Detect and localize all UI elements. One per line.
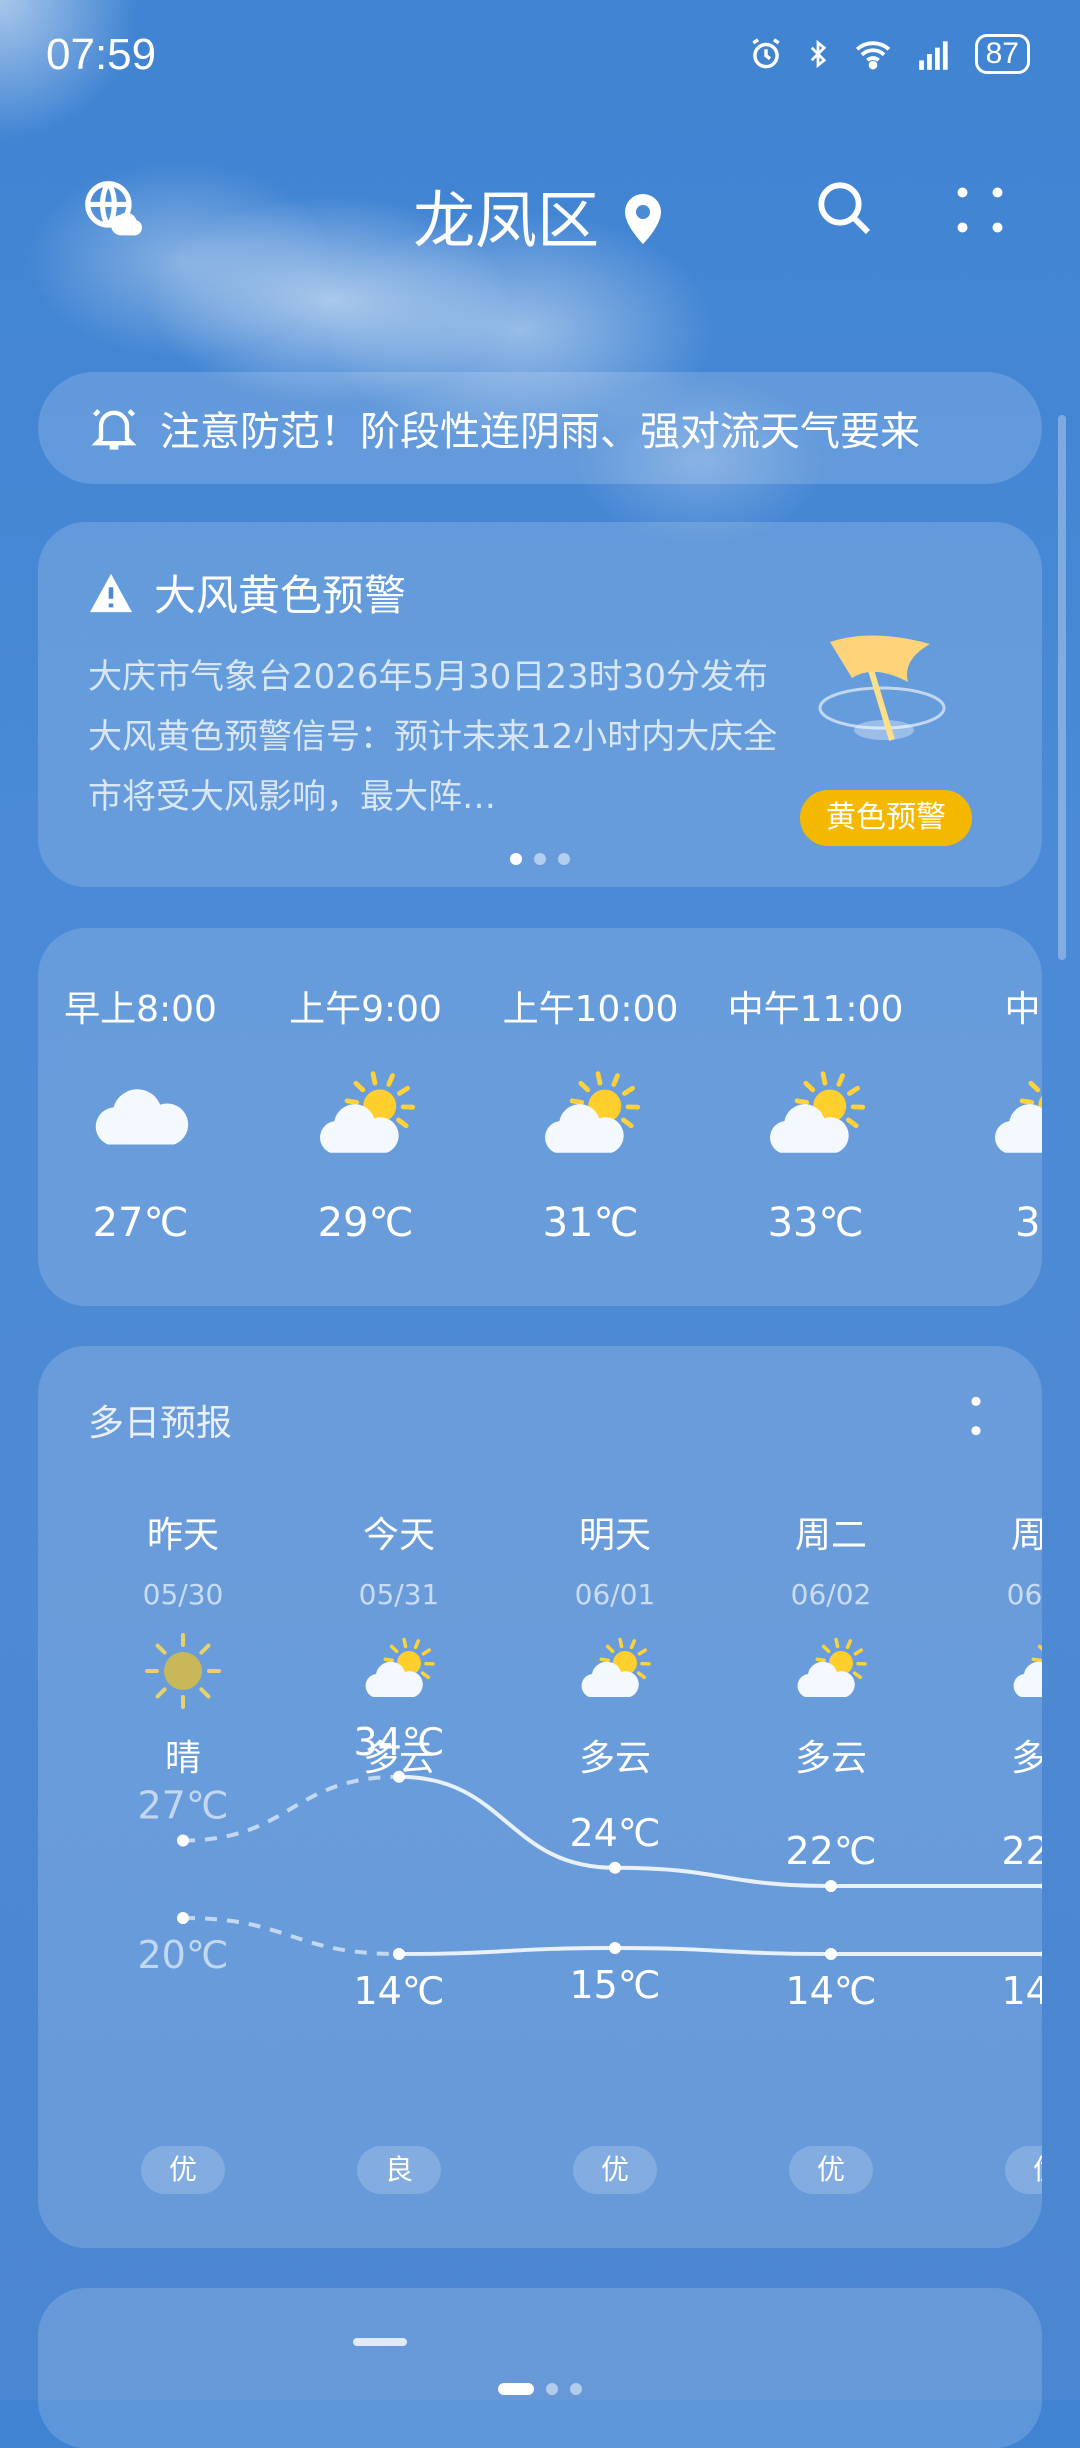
hourly-item: 中午 33 bbox=[928, 980, 1042, 1246]
low-temp-point bbox=[609, 1942, 621, 1954]
wind-flag-icon bbox=[812, 630, 952, 760]
low-temp-point bbox=[825, 1948, 837, 1960]
day-name: 周二 bbox=[723, 1506, 939, 1558]
aqi-badge: 优 bbox=[573, 2146, 657, 2194]
high-temp-point bbox=[1041, 1880, 1042, 1892]
daily-item: 周三 06/03 多云 bbox=[939, 1506, 1042, 1781]
day-name: 明天 bbox=[507, 1506, 723, 1558]
high-temp-label: 24℃ bbox=[569, 1811, 660, 1855]
day-name: 周三 bbox=[939, 1506, 1042, 1558]
hour-temp: 33℃ bbox=[703, 1200, 928, 1246]
alert-title: 大风黄色预警 bbox=[154, 562, 406, 623]
location-pin-icon bbox=[619, 192, 667, 248]
partly-cloudy-icon bbox=[536, 1062, 646, 1172]
hour-temp: 31℃ bbox=[478, 1200, 703, 1246]
warning-icon bbox=[88, 572, 134, 614]
low-temp-segment bbox=[615, 1948, 831, 1954]
high-temp-point bbox=[177, 1835, 189, 1847]
alarm-icon bbox=[747, 35, 785, 73]
day-condition: 多云 bbox=[723, 1729, 939, 1781]
day-name: 昨天 bbox=[75, 1506, 291, 1558]
aqi-badge: 良 bbox=[357, 2146, 441, 2194]
low-temp-label: 20℃ bbox=[137, 1933, 228, 1977]
day-condition: 多云 bbox=[291, 1729, 507, 1781]
high-temp-point bbox=[825, 1880, 837, 1892]
signal-icon bbox=[913, 35, 957, 73]
day-condition: 多云 bbox=[507, 1729, 723, 1781]
low-temp-label: 15℃ bbox=[569, 1963, 660, 2007]
location-title[interactable]: 龙凤区 bbox=[0, 170, 1080, 260]
hourly-item: 早上8:00 27℃ bbox=[38, 980, 253, 1246]
low-temp-point bbox=[393, 1948, 405, 1960]
high-temp-label: 27℃ bbox=[137, 1784, 228, 1828]
cloudy-icon bbox=[86, 1062, 196, 1172]
hour-temp: 33 bbox=[928, 1200, 1042, 1246]
battery-indicator: 87 bbox=[975, 34, 1030, 74]
aqi-badge: 优 bbox=[789, 2146, 873, 2194]
partly-cloudy-icon bbox=[761, 1062, 871, 1172]
day-condition: 多云 bbox=[939, 1729, 1042, 1781]
daily-item: 明天 06/01 多云 bbox=[507, 1506, 723, 1781]
partly-cloudy-icon bbox=[359, 1631, 439, 1711]
status-icons: 87 bbox=[747, 34, 1030, 74]
alert-pager-dots bbox=[38, 850, 1042, 869]
weather-alert-card[interactable]: 大风黄色预警 大庆市气象台2026年5月30日23时30分发布大风黄色预警信号：… bbox=[38, 522, 1042, 887]
hour-time: 上午9:00 bbox=[253, 980, 478, 1032]
hourly-item: 中午11:00 33℃ bbox=[703, 980, 928, 1246]
low-temp-point bbox=[177, 1912, 189, 1924]
bell-icon bbox=[88, 402, 140, 454]
hour-temp: 27℃ bbox=[38, 1200, 253, 1246]
day-name: 今天 bbox=[291, 1506, 507, 1558]
alert-body: 大庆市气象台2026年5月30日23时30分发布大风黄色预警信号：预计未来12小… bbox=[88, 647, 788, 827]
day-date: 05/30 bbox=[75, 1578, 291, 1611]
scrollbar[interactable] bbox=[1058, 415, 1066, 960]
alert-level-badge: 黄色预警 bbox=[800, 790, 972, 846]
daily-item: 今天 05/31 多云 bbox=[291, 1506, 507, 1781]
hourly-item: 上午9:00 29℃ bbox=[253, 980, 478, 1246]
daily-forecast-card[interactable]: 多日预报 27℃34℃24℃22℃22℃20℃14℃15℃14℃14℃ 昨天 0… bbox=[38, 1346, 1042, 2248]
notice-banner[interactable]: 注意防范！阶段性连阴雨、强对流天气要来 bbox=[38, 372, 1042, 484]
high-temp-label: 22℃ bbox=[785, 1829, 876, 1873]
temperature-chart: 27℃34℃24℃22℃22℃20℃14℃15℃14℃14℃ bbox=[38, 1346, 1042, 2248]
hour-time: 中午 bbox=[928, 980, 1042, 1032]
search-icon[interactable] bbox=[812, 176, 876, 240]
location-name: 龙凤区 bbox=[413, 184, 599, 257]
hour-time: 上午10:00 bbox=[478, 980, 703, 1032]
partly-cloudy-icon bbox=[575, 1631, 655, 1711]
day-date: 06/01 bbox=[507, 1578, 723, 1611]
aqi-badge: 优 bbox=[141, 2146, 225, 2194]
status-time: 07:59 bbox=[46, 30, 156, 80]
next-card[interactable] bbox=[38, 2288, 1042, 2448]
card-handle bbox=[353, 2338, 407, 2346]
page-indicator[interactable] bbox=[0, 2380, 1080, 2399]
day-condition: 晴 bbox=[75, 1729, 291, 1781]
daily-item: 周二 06/02 多云 bbox=[723, 1506, 939, 1781]
daily-item: 昨天 05/30 晴 bbox=[75, 1506, 291, 1781]
day-date: 05/31 bbox=[291, 1578, 507, 1611]
day-date: 06/03 bbox=[939, 1578, 1042, 1611]
partly-cloudy-icon bbox=[791, 1631, 871, 1711]
notice-text: 注意防范！阶段性连阴雨、强对流天气要来 bbox=[160, 399, 920, 457]
low-temp-label: 14℃ bbox=[1001, 1969, 1042, 2013]
low-temp-label: 14℃ bbox=[353, 1969, 444, 2013]
alert-title-row: 大风黄色预警 bbox=[88, 562, 406, 623]
low-temp-label: 14℃ bbox=[785, 1969, 876, 2013]
more-icon[interactable] bbox=[950, 180, 1010, 240]
partly-cloudy-icon bbox=[986, 1062, 1043, 1172]
hour-time: 中午11:00 bbox=[703, 980, 928, 1032]
hourly-item: 上午10:00 31℃ bbox=[478, 980, 703, 1246]
day-date: 06/02 bbox=[723, 1578, 939, 1611]
wifi-icon bbox=[851, 35, 895, 73]
bluetooth-icon bbox=[803, 35, 833, 73]
sun-icon bbox=[143, 1631, 223, 1711]
high-temp-point bbox=[609, 1862, 621, 1874]
partly-cloudy-icon bbox=[311, 1062, 421, 1172]
partly-cloudy-icon bbox=[1007, 1631, 1042, 1711]
low-temp-point bbox=[1041, 1948, 1042, 1960]
high-temp-label: 22℃ bbox=[1001, 1829, 1042, 1873]
hour-time: 早上8:00 bbox=[38, 980, 253, 1032]
hourly-forecast-card[interactable]: 早上8:00 27℃上午9:00 29℃上午10:00 31℃中午11:00 3… bbox=[38, 928, 1042, 1306]
hour-temp: 29℃ bbox=[253, 1200, 478, 1246]
low-temp-segment bbox=[399, 1948, 615, 1954]
